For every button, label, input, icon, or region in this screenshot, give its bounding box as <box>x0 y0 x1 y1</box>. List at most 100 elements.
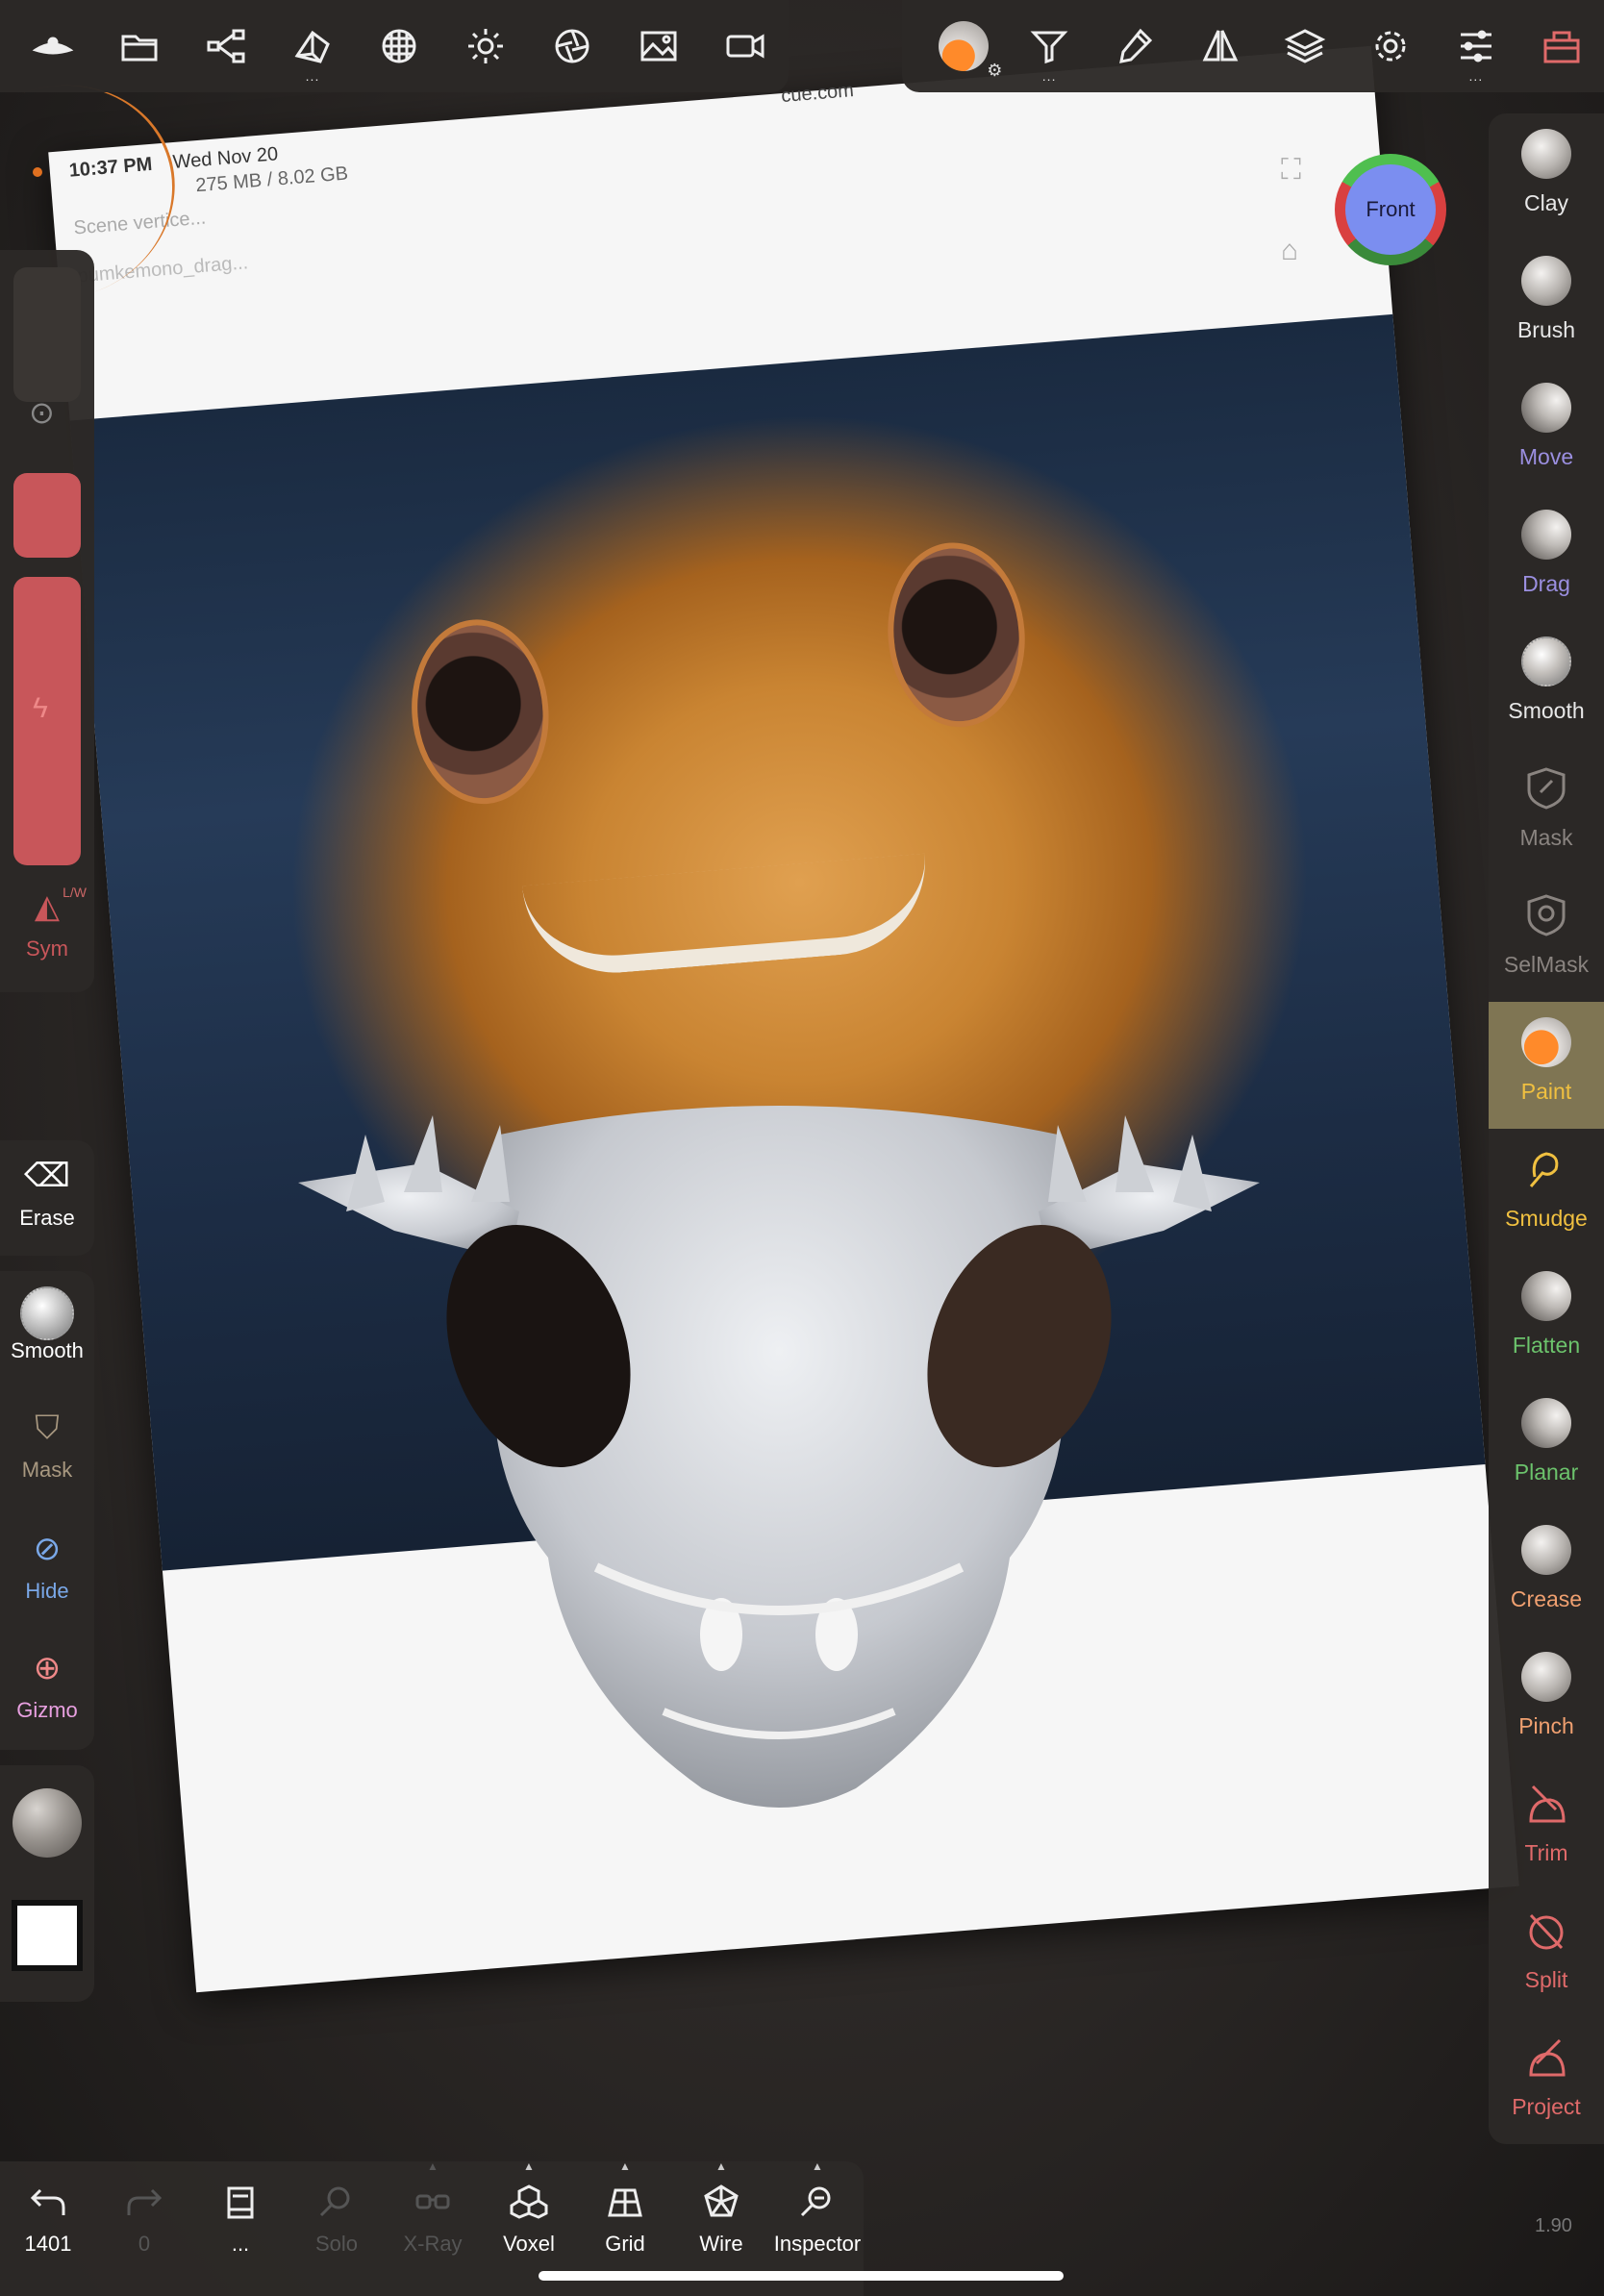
solo-button[interactable]: Solo <box>288 2161 385 2296</box>
tool-pinch[interactable]: Pinch <box>1489 1636 1604 1763</box>
erase-button[interactable]: ⌫ Erase <box>0 1154 94 1231</box>
folder-icon[interactable] <box>96 3 183 89</box>
view-cube-front[interactable]: Front <box>1345 164 1436 255</box>
tool-smudge[interactable]: Smudge <box>1489 1129 1604 1256</box>
sculpt-viewport[interactable]: 10:37 PM Wed Nov 20 cue.com 275 MB / 8.0… <box>0 0 1604 2296</box>
symmetry-icon[interactable] <box>1177 3 1263 89</box>
radius-slider-track[interactable] <box>13 267 81 402</box>
tool-paint-label: Paint <box>1520 1079 1572 1104</box>
tool-split-label: Split <box>1524 1967 1568 1992</box>
pinch-icon <box>1521 1652 1571 1702</box>
wire-label: Wire <box>699 2232 743 2256</box>
filter-icon[interactable]: ... <box>1007 3 1092 89</box>
tool-planar-label: Planar <box>1514 1460 1579 1485</box>
undo-button[interactable]: 1401 <box>0 2161 96 2296</box>
topology-icon[interactable] <box>356 3 442 89</box>
wire-caret: ▲ <box>715 2159 727 2173</box>
eraser-icon: ⌫ <box>23 1158 71 1194</box>
tool-mask[interactable]: Mask <box>1489 748 1604 875</box>
share-icon[interactable] <box>183 3 269 89</box>
sliders-icon[interactable]: ... <box>1434 3 1519 89</box>
scene-more: ... <box>305 68 320 84</box>
crease-icon <box>1521 1525 1571 1575</box>
left-slider-panel: ⊙ ϟ L/W ◭ Sym <box>0 250 94 992</box>
gizmo-icon: ⊕ <box>33 1650 62 1686</box>
sym-sub-label: L/W <box>63 885 87 900</box>
tool-clay-label: Clay <box>1523 190 1568 215</box>
voxel-caret: ▲ <box>523 2159 535 2173</box>
hide-icon: ⊘ <box>33 1531 62 1567</box>
gear-icon: ⚙ <box>987 61 1003 80</box>
material-preview <box>13 1788 82 1858</box>
xray-button[interactable]: ▲ X-Ray <box>385 2159 481 2296</box>
redo-count: 0 <box>138 2232 151 2256</box>
view-cube[interactable]: Front <box>1335 154 1446 265</box>
tool-brush[interactable]: Brush <box>1489 240 1604 367</box>
tool-drag[interactable]: Drag <box>1489 494 1604 621</box>
video-icon[interactable] <box>702 3 789 89</box>
gecko-left-eye <box>404 613 556 810</box>
paint-material-icon[interactable]: ⚙ <box>921 3 1007 89</box>
brush-icon <box>1521 256 1571 306</box>
quick-gizmo-button[interactable]: ⊕ Gizmo <box>0 1646 94 1723</box>
flatten-icon <box>1521 1271 1571 1321</box>
settings-icon[interactable] <box>1348 3 1434 89</box>
selmask-icon <box>1521 890 1571 940</box>
logo-icon[interactable] <box>10 3 96 89</box>
home-icon[interactable]: ⌂ <box>1281 235 1298 267</box>
sculpt-mesh[interactable] <box>279 1096 1279 1846</box>
tool-pinch-label: Pinch <box>1518 1713 1574 1738</box>
erase-label: Erase <box>19 1206 75 1230</box>
material-button[interactable] <box>0 1788 94 1858</box>
tool-panel: Clay Brush Move Drag Smooth Mask SelMask… <box>1489 113 1604 2144</box>
smudge-icon <box>1521 1144 1571 1194</box>
radius-slider-fill[interactable] <box>13 473 81 558</box>
voxel-label: Voxel <box>503 2232 555 2256</box>
tool-crease-label: Crease <box>1510 1586 1583 1611</box>
quick-mask-button[interactable]: ⛉ Mask <box>0 1406 94 1483</box>
quick-smooth-label: Smooth <box>11 1338 84 1362</box>
layers-icon[interactable] <box>1263 3 1348 89</box>
mesh-shape <box>298 1106 1260 1808</box>
erase-panel: ⌫ Erase <box>0 1140 94 1256</box>
clay-icon <box>1521 129 1571 179</box>
quick-hide-button[interactable]: ⊘ Hide <box>0 1527 94 1604</box>
tool-clay[interactable]: Clay <box>1489 113 1604 240</box>
eyedropper-icon[interactable] <box>1092 3 1178 89</box>
home-indicator[interactable] <box>539 2271 1064 2281</box>
tool-project[interactable]: Project <box>1489 2017 1604 2144</box>
color-button[interactable] <box>0 1900 94 1971</box>
solo-label: Solo <box>314 2232 359 2256</box>
undo-count: 1401 <box>24 2232 72 2256</box>
scene-icon[interactable]: ... <box>269 3 356 89</box>
tool-paint[interactable]: Paint <box>1489 1002 1604 1129</box>
quick-smooth-button[interactable]: Smooth <box>0 1286 94 1363</box>
sym-button[interactable]: L/W ◭ Sym <box>0 885 94 961</box>
camera-lens-icon[interactable] <box>529 3 615 89</box>
voxel-icon <box>510 2184 548 2219</box>
tool-flatten[interactable]: Flatten <box>1489 1256 1604 1383</box>
tool-smooth[interactable]: Smooth <box>1489 621 1604 748</box>
inspector-caret: ▲ <box>812 2159 823 2173</box>
frame-icon[interactable]: ⛶ <box>1281 154 1301 187</box>
image-icon[interactable] <box>615 3 702 89</box>
tool-move-label: Move <box>1518 444 1574 469</box>
glasses-icon <box>415 2194 450 2209</box>
tool-move[interactable]: Move <box>1489 367 1604 494</box>
tool-smudge-label: Smudge <box>1505 1206 1588 1231</box>
tool-planar[interactable]: Planar <box>1489 1383 1604 1510</box>
tool-split[interactable]: Split <box>1489 1890 1604 2017</box>
xray-label: X-Ray <box>403 2232 463 2256</box>
tool-selmask[interactable]: SelMask <box>1489 875 1604 1002</box>
light-icon[interactable] <box>442 3 529 89</box>
version-label: 1.90 <box>1535 2215 1572 2236</box>
mask-icon <box>1521 763 1571 813</box>
tool-mask-label: Mask <box>1519 825 1573 850</box>
smooth-icon <box>0 1286 94 1340</box>
tool-drag-label: Drag <box>1522 571 1570 596</box>
tool-crease[interactable]: Crease <box>1489 1510 1604 1636</box>
notes-button[interactable]: ... <box>192 2161 288 2296</box>
tool-trim[interactable]: Trim <box>1489 1763 1604 1890</box>
toolbox-icon[interactable] <box>1518 3 1604 89</box>
redo-button[interactable]: 0 <box>96 2161 192 2296</box>
